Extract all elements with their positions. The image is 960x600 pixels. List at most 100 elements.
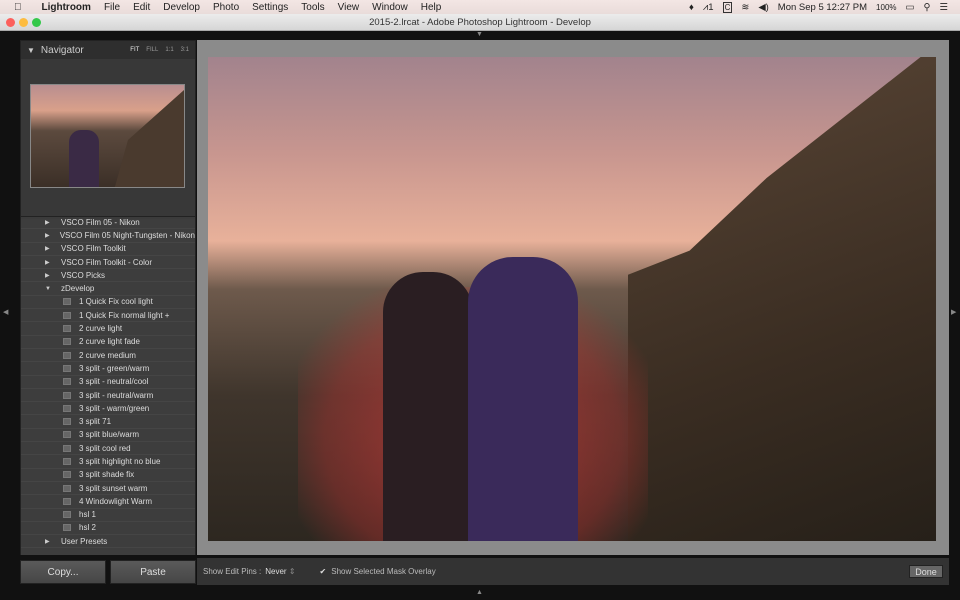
- preset-label: VSCO Film 05 Night-Tungsten - Nikon: [59, 230, 195, 240]
- battery-icon[interactable]: ▭: [906, 2, 915, 13]
- edit-pins-label: Show Edit Pins :: [203, 567, 262, 576]
- clock[interactable]: Mon Sep 5 12:27 PM: [778, 2, 867, 13]
- preset-item[interactable]: 2 curve medium: [21, 349, 195, 363]
- zoom-1-1[interactable]: 1:1: [165, 47, 173, 53]
- preset-label: VSCO Film Toolkit: [61, 244, 126, 254]
- preset-item[interactable]: hsl 2: [21, 522, 195, 536]
- zoom-window-button[interactable]: [32, 18, 41, 27]
- dropbox-icon[interactable]: ♦: [689, 2, 694, 13]
- photo[interactable]: [208, 57, 936, 541]
- preset-label: hsl 1: [79, 510, 96, 520]
- menu-app[interactable]: Lightroom: [42, 2, 91, 13]
- menu-edit[interactable]: Edit: [133, 2, 150, 13]
- preset-icon: [63, 444, 71, 452]
- menu-window[interactable]: Window: [372, 2, 408, 13]
- notification-center-icon[interactable]: ☰: [939, 2, 948, 13]
- edit-pins-value: Never: [265, 567, 287, 576]
- preset-folder[interactable]: ▶ VSCO Film Toolkit: [21, 243, 195, 256]
- close-window-button[interactable]: [6, 18, 15, 27]
- menu-view[interactable]: View: [338, 2, 360, 13]
- preset-item[interactable]: 4 Windowlight Warm: [21, 495, 195, 509]
- c-icon[interactable]: C: [722, 1, 733, 13]
- preset-label: 2 curve light fade: [79, 337, 140, 347]
- preset-item[interactable]: 1 Quick Fix cool light: [21, 296, 195, 310]
- preset-item[interactable]: 3 split sunset warm: [21, 482, 195, 496]
- navigator-header[interactable]: ▼ Navigator FIT FILL 1:1 3:1: [21, 41, 195, 59]
- navigator-title: Navigator: [40, 44, 84, 56]
- collapsed-icon: ▶: [45, 259, 50, 266]
- preset-label: 4 Windowlight Warm: [79, 496, 153, 506]
- preset-item[interactable]: 3 split 71: [21, 415, 195, 429]
- collapse-icon: ▼: [27, 45, 35, 55]
- preset-label: 1 Quick Fix normal light +: [79, 310, 170, 320]
- mask-overlay-label[interactable]: Show Selected Mask Overlay: [331, 567, 436, 576]
- preset-icon: [63, 364, 71, 372]
- paste-button[interactable]: Paste: [110, 560, 196, 584]
- menu-tools[interactable]: Tools: [301, 2, 324, 13]
- minimize-window-button[interactable]: [19, 18, 28, 27]
- preset-item[interactable]: 3 split - neutral/cool: [21, 376, 195, 389]
- mask-overlay-checkbox[interactable]: ✔: [320, 567, 327, 576]
- preset-item[interactable]: 3 split highlight no blue: [21, 455, 195, 469]
- adobe-icon[interactable]: ⩘1: [703, 2, 714, 13]
- left-panel: ▼ Navigator FIT FILL 1:1 3:1 ▶ VSCO Film …: [20, 40, 196, 555]
- presets-list[interactable]: ▶ VSCO Film 05 - Nikon ▶ VSCO Film 05 Night…: [21, 219, 195, 555]
- preset-folder[interactable]: ▶ VSCO Film 05 Night-Tungsten - Nikon: [21, 229, 195, 243]
- preset-folder[interactable]: ▶ VSCO Film 05 - Nikon: [21, 219, 195, 230]
- preset-label: 3 split shade fix: [79, 470, 135, 480]
- select-arrows-icon: ⇕: [288, 567, 296, 576]
- done-button[interactable]: Done: [909, 565, 943, 578]
- filmstrip-toggle[interactable]: ▲: [476, 589, 483, 596]
- navigator-thumbnail[interactable]: [30, 84, 185, 188]
- menu-settings[interactable]: Settings: [252, 2, 288, 13]
- preset-item[interactable]: 3 split cool red: [21, 442, 195, 456]
- volume-icon[interactable]: ◀): [758, 2, 768, 13]
- preset-icon: [63, 311, 71, 319]
- menu-help[interactable]: Help: [421, 2, 442, 13]
- preset-item[interactable]: 3 split - neutral/warm: [21, 389, 195, 403]
- apple-icon[interactable]: : [14, 2, 22, 13]
- edit-pins-select[interactable]: Never ⇕: [265, 567, 295, 576]
- preset-label: 3 split 71: [79, 417, 112, 427]
- preset-icon: [63, 378, 71, 386]
- right-panel-toggle[interactable]: ▶: [951, 308, 956, 316]
- top-panel-toggle[interactable]: ▼: [476, 31, 483, 38]
- preset-label: VSCO Film 05 - Nikon: [61, 219, 140, 227]
- preset-folder[interactable]: ▼ zDevelop: [21, 282, 195, 296]
- image-canvas[interactable]: [197, 40, 949, 555]
- zoom-fit[interactable]: FIT: [130, 47, 139, 53]
- zoom-3-1[interactable]: 3:1: [181, 47, 189, 53]
- preset-icon: [63, 418, 71, 426]
- navigator-preview[interactable]: [21, 59, 195, 217]
- preset-item[interactable]: 2 curve light: [21, 322, 195, 336]
- preset-item[interactable]: 1 Quick Fix normal light +: [21, 309, 195, 323]
- menu-file[interactable]: File: [104, 2, 120, 13]
- preset-item[interactable]: 2 curve light fade: [21, 336, 195, 349]
- collapsed-icon: ▶: [45, 246, 50, 253]
- preset-item[interactable]: 3 split shade fix: [21, 469, 195, 482]
- left-panel-toggle[interactable]: ◀: [3, 308, 8, 316]
- preset-item[interactable]: 3 split blue/warm: [21, 429, 195, 443]
- battery-percent: 100%: [876, 2, 897, 12]
- preset-label: VSCO Film Toolkit - Color: [61, 257, 152, 267]
- preset-icon: [63, 298, 71, 306]
- copy-button[interactable]: Copy...: [20, 560, 106, 584]
- wifi-icon[interactable]: ≋: [741, 2, 749, 13]
- preset-label: hsl 2: [79, 523, 96, 533]
- preset-icon: [63, 497, 71, 505]
- preset-icon: [63, 404, 71, 412]
- preset-icon: [63, 338, 71, 346]
- preset-item[interactable]: 3 split - green/warm: [21, 362, 195, 376]
- preset-item[interactable]: hsl 1: [21, 509, 195, 522]
- preset-icon: [63, 431, 71, 439]
- preset-icon: [63, 325, 71, 333]
- menu-develop[interactable]: Develop: [163, 2, 200, 13]
- preset-item[interactable]: 3 split - warm/green: [21, 402, 195, 416]
- menu-photo[interactable]: Photo: [213, 2, 239, 13]
- preset-folder[interactable]: ▶ VSCO Film Toolkit - Color: [21, 256, 195, 270]
- spotlight-search-icon[interactable]: ⚲: [924, 2, 931, 13]
- preset-folder[interactable]: ▶ VSCO Picks: [21, 269, 195, 283]
- preset-icon: [63, 457, 71, 465]
- preset-folder[interactable]: ▶ User Presets: [21, 535, 195, 549]
- zoom-fill[interactable]: FILL: [146, 47, 158, 53]
